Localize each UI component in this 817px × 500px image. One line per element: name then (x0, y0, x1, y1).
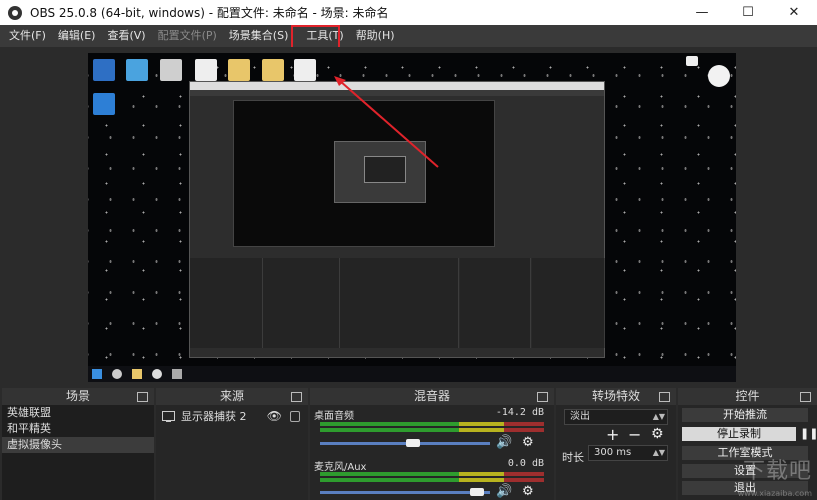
menu-file[interactable]: 文件(F) (3, 25, 52, 47)
obs-logo-icon (8, 5, 22, 20)
scene-item[interactable]: 和平精英 (2, 421, 154, 437)
transition-select[interactable]: 淡出 ▲▼ (564, 409, 668, 425)
scene-list: 英雄联盟 和平精英 虚拟摄像头 (2, 405, 154, 500)
pause-recording-icon[interactable]: ❚❚ (800, 427, 817, 440)
duration-label: 时长 (562, 451, 584, 464)
audio-track: 桌面音频 -14.2 dB 🔊 ⚙ (314, 407, 550, 452)
eye-icon[interactable]: 👁 (267, 409, 282, 423)
float-icon[interactable] (537, 392, 548, 402)
audio-track: 麦克风/Aux 0.0 dB 🔊 ⚙ (314, 458, 550, 500)
title-bar: OBS 25.0.8 (64-bit, windows) - 配置文件: 未命名… (0, 0, 817, 25)
transitions-dock: 转场特效 淡出 ▲▼ + − ⚙ 时长 300 ms ▲▼ (556, 388, 676, 500)
transitions-header: 转场特效 (591, 389, 640, 403)
volume-slider[interactable] (320, 442, 490, 445)
volume-slider-handle[interactable] (470, 488, 484, 496)
scene-item[interactable]: 英雄联盟 (2, 405, 154, 421)
float-icon[interactable] (291, 392, 302, 402)
float-icon[interactable] (659, 392, 670, 402)
volume-meter (320, 472, 544, 476)
menu-scene-collection[interactable]: 场景集合(S) (223, 25, 295, 47)
source-item[interactable]: 显示器捕获 2 👁 (162, 409, 302, 423)
controls-header: 控件 (735, 389, 760, 403)
track-db: -14.2 dB (495, 407, 544, 418)
scene-item-selected[interactable]: 虚拟摄像头 (2, 437, 154, 453)
scenes-dock: 场景 英雄联盟 和平精英 虚拟摄像头 (2, 388, 154, 500)
gear-icon[interactable]: ⚙ (522, 484, 534, 499)
float-icon[interactable] (800, 392, 811, 402)
menu-help[interactable]: 帮助(H) (350, 25, 401, 47)
stop-recording-button[interactable]: 停止录制 (682, 427, 796, 441)
volume-meter (320, 478, 544, 482)
close-button[interactable]: ✕ (771, 0, 817, 25)
remove-icon[interactable]: − (628, 425, 641, 444)
preview-canvas[interactable] (88, 53, 736, 382)
add-icon[interactable]: + (606, 425, 619, 444)
sources-header: 来源 (219, 389, 244, 403)
scenes-header: 场景 (65, 389, 90, 403)
tools-menu-highlight-box (291, 25, 340, 49)
watermark-url: www.xiazaiba.com (737, 489, 812, 498)
speaker-icon[interactable]: 🔊 (496, 484, 512, 499)
menu-view[interactable]: 查看(V) (101, 25, 151, 47)
mixer-dock: 混音器 桌面音频 -14.2 dB 🔊 ⚙ 麦克风/Aux 0.0 dB 🔊 ⚙ (310, 388, 554, 500)
duration-input[interactable]: 300 ms ▲▼ (588, 445, 668, 461)
volume-slider-handle[interactable] (406, 439, 420, 447)
monitor-icon (162, 411, 175, 422)
menu-profile[interactable]: 配置文件(P) (152, 25, 223, 47)
sources-dock: 来源 显示器捕获 2 👁 (156, 388, 308, 500)
float-icon[interactable] (137, 392, 148, 402)
maximize-button[interactable]: ☐ (725, 0, 771, 25)
source-label: 显示器捕获 2 (181, 410, 247, 423)
volume-slider[interactable] (320, 491, 490, 494)
desktop-taskbar (88, 366, 736, 382)
gear-icon[interactable]: ⚙ (522, 435, 534, 450)
speaker-icon[interactable]: 🔊 (496, 435, 512, 450)
track-db: 0.0 dB (507, 458, 544, 469)
mixer-header: 混音器 (413, 389, 450, 403)
minimize-button[interactable]: — (679, 0, 725, 25)
start-streaming-button[interactable]: 开始推流 (682, 408, 808, 422)
menu-edit[interactable]: 编辑(E) (52, 25, 102, 47)
gear-icon[interactable]: ⚙ (651, 426, 664, 442)
window-title: OBS 25.0.8 (64-bit, windows) - 配置文件: 未命名… (30, 6, 389, 20)
menu-bar: 文件(F) 编辑(E) 查看(V) 配置文件(P) 场景集合(S) 工具(T) … (0, 25, 817, 47)
watermark: 下载吧 (742, 459, 812, 484)
volume-meter (320, 428, 544, 432)
red-arrow-annotation (334, 76, 439, 168)
lock-icon[interactable] (290, 410, 300, 422)
volume-meter (320, 422, 544, 426)
